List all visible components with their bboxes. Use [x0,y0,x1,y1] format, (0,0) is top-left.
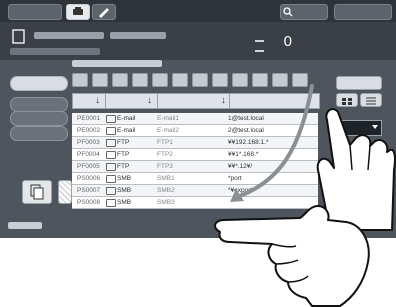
pointing-hand-icon [214,205,370,307]
swipe-arrow [238,84,314,198]
pointing-hand-icon [316,108,396,231]
gesture-overlay [214,84,396,307]
